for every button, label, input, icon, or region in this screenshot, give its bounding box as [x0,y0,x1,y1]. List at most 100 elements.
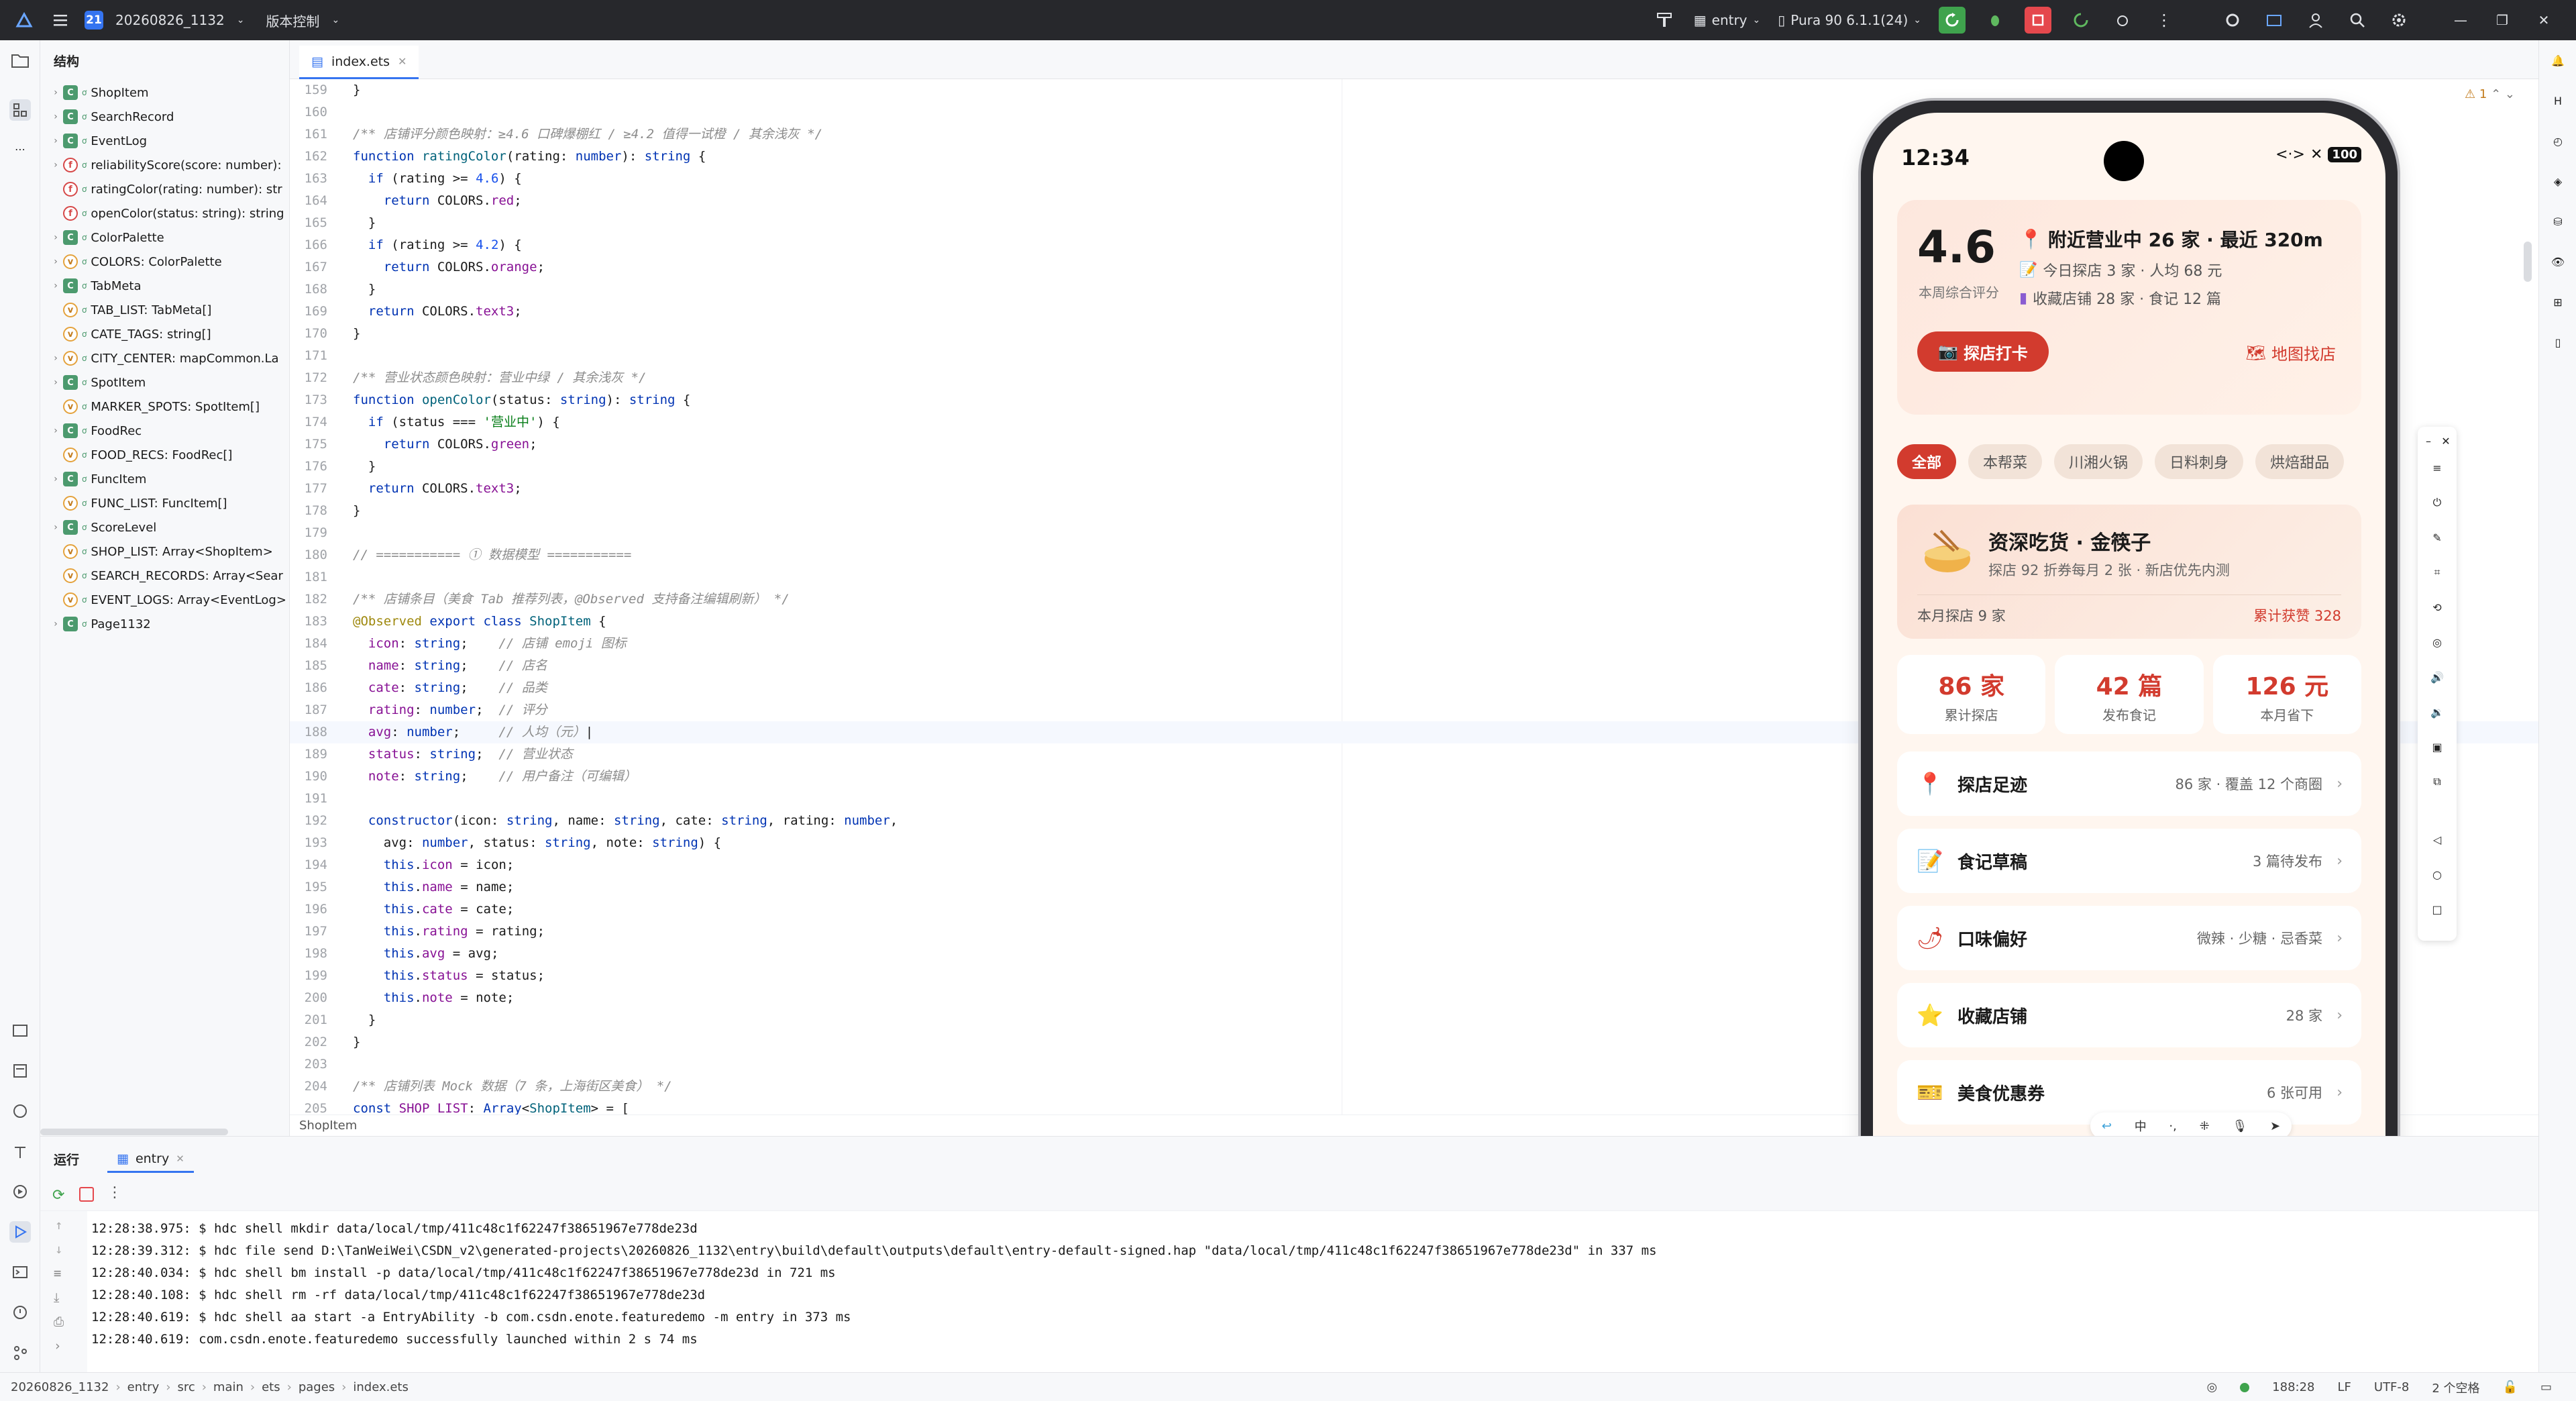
scroll-end-icon[interactable]: ⤓ [54,1290,59,1305]
recents-icon[interactable]: □ [2427,899,2447,919]
log-icon[interactable] [9,1060,31,1082]
structure-item[interactable]: v ơ FUNC_LIST: FuncItem[] [40,491,289,515]
structure-item[interactable]: v ơ EVENT_LOGS: Array<EventLog> [40,588,289,612]
device-icon[interactable]: ▯ [2547,331,2569,353]
account-icon[interactable] [2304,8,2328,32]
back-icon[interactable]: ◁ [2427,829,2447,849]
rotate-icon[interactable]: ⟲ [2427,597,2447,617]
minimize-icon[interactable]: – [2422,431,2435,451]
inspection-widget[interactable]: ⚠ 1 ⌃ ⌄ [2465,87,2515,101]
structure-item[interactable]: v ơ FOOD_RECS: FoodRec[] [40,443,289,467]
structure-item[interactable]: v ơ MARKER_SPOTS: SpotItem[] [40,395,289,419]
problems-icon[interactable] [9,1302,31,1323]
chevron-up-icon[interactable]: ⌃ [2491,87,2501,101]
cursor-position[interactable]: 188:28 [2272,1380,2314,1394]
database-icon[interactable]: ⛁ [2547,211,2569,232]
services-icon[interactable] [9,1181,31,1202]
clear-icon[interactable]: › [54,1339,61,1353]
chevron-right-icon[interactable]: › [48,280,63,291]
print-icon[interactable]: ⎙ [54,1314,64,1329]
structure-item[interactable]: › v ơ COLORS: ColorPalette [40,250,289,274]
camera-icon[interactable]: ▣ [2427,737,2447,757]
volume-up-icon[interactable]: 🔊 [2427,667,2447,687]
phone-screen[interactable]: 12:34 <·> ✕ 100 4.6 本周综合评分 📍 附近营业中 26 家 ·… [1873,113,2385,1256]
chevron-right-icon[interactable]: › [48,522,63,533]
run-console[interactable]: ↑ ↓ ≡ ⤓ ⎙ › 12:28:38.975: $ hdc shell mk… [40,1211,2538,1372]
ime-send-icon[interactable]: ➤ [2270,1119,2280,1133]
build-hammer-icon[interactable] [1652,8,1676,32]
close-icon[interactable]: ✕ [2439,431,2453,451]
run-tab-entry[interactable]: ▦ entry ✕ [107,1146,194,1173]
plugin-icon[interactable] [2220,8,2245,32]
ime-lang-icon[interactable]: 中 [2135,1117,2147,1135]
structure-item[interactable]: v ơ SHOP_LIST: Array<ShopItem> [40,539,289,564]
notifications-icon[interactable]: 🔔 [2547,50,2569,71]
structure-item[interactable]: › Cơ FoodRec [40,419,289,443]
chevron-down-icon[interactable]: ⌄ [2505,87,2515,101]
structure-item[interactable]: › Cơ SearchRecord [40,105,289,129]
ime-punct-icon[interactable]: ·, [2169,1119,2176,1133]
terminal-icon[interactable] [9,1261,31,1283]
chevron-down-icon[interactable]: ⌄ [237,15,245,25]
breadcrumb-item[interactable]: index.ets [353,1380,408,1394]
readonly-lock-icon[interactable]: 🔓 [2503,1380,2518,1394]
stop-icon[interactable] [79,1187,94,1202]
tab-index-ets[interactable]: ▤ index.ets ✕ [299,46,419,79]
structure-item[interactable]: v ơ TAB_LIST: TabMeta[] [40,298,289,322]
structure-scrollbar[interactable] [40,1129,228,1135]
checkin-button[interactable]: 📷 探店打卡 [1917,331,2049,372]
structure-item[interactable]: › f ơ reliabilityScore(score: number): [40,153,289,177]
power-icon[interactable]: ⏻ [2427,492,2447,513]
hvigor-icon[interactable]: H [2547,90,2569,111]
vip-card[interactable]: 资深吃货 · 金筷子 探店 92 折券每月 2 张 · 新店优先内测 本月探店 … [1897,505,2361,639]
breadcrumb-item[interactable]: pages [299,1380,335,1394]
volume-down-icon[interactable]: 🔉 [2427,702,2447,722]
category-tag[interactable]: 本帮菜 [1968,444,2043,479]
crop-icon[interactable]: ⌗ [2427,562,2447,582]
mode-icon[interactable]: ◎ [2206,1380,2217,1394]
rerun-button[interactable] [1939,7,1966,34]
memory-indicator-icon[interactable]: ▭ [2540,1380,2552,1394]
category-tag[interactable]: 日料刺身 [2155,444,2244,479]
map-find-link[interactable]: 🗺 地图找店 [2246,341,2336,364]
menu-item-chili[interactable]: 🌶 口味偏好 微辣 · 少糖 · 忌香菜 › [1897,906,2361,970]
device-manager-icon[interactable] [2262,8,2286,32]
gear-icon[interactable] [2387,8,2411,32]
breadcrumb-item[interactable]: main [213,1380,244,1394]
stop-button[interactable] [2025,7,2051,34]
code-line[interactable]: 159} [290,79,2538,101]
inspector-icon[interactable]: ⊞ [2547,291,2569,313]
device-selector[interactable]: ▯ Pura 90 6.1.1(24) ⌄ [1778,12,1921,28]
screenshot-icon[interactable]: ⧉ [2427,772,2447,792]
project-name[interactable]: 20260826_1132 [115,12,225,28]
category-tag[interactable]: 全部 [1897,444,1957,479]
structure-item[interactable]: › Cơ TabMeta [40,274,289,298]
category-tag[interactable]: 川湘火锅 [2054,444,2143,479]
structure-item[interactable]: › Cơ FuncItem [40,467,289,491]
structure-item[interactable]: › Cơ SpotItem [40,370,289,395]
ime-logo-icon[interactable]: ↩ [2102,1119,2112,1133]
chevron-right-icon[interactable]: › [48,87,63,98]
menu-icon[interactable]: ≡ [2427,458,2447,478]
chevron-down-icon[interactable]: ⌄ [331,15,339,25]
maximize-window-icon[interactable]: ❐ [2490,8,2514,32]
profiler-icon[interactable] [9,1100,31,1122]
apply-changes-icon[interactable] [2069,8,2093,32]
main-menu-icon[interactable] [48,8,72,32]
structure-item[interactable]: f ơ openColor(status: string): string [40,201,289,225]
close-icon[interactable]: ✕ [398,55,407,68]
git-icon[interactable] [9,1342,31,1363]
more-vertical-icon[interactable]: ⋮ [107,1184,122,1201]
close-icon[interactable]: ✕ [176,1153,184,1165]
chevron-right-icon[interactable]: › [48,256,63,267]
stat-card[interactable]: 42 篇发布食记 [2055,655,2204,734]
structure-icon[interactable] [9,99,31,121]
folder-icon[interactable] [9,50,31,71]
structure-item[interactable]: › Cơ Page1132 [40,612,289,636]
run-panel-icon[interactable] [9,1221,31,1243]
breadcrumb-item[interactable]: ets [262,1380,280,1394]
structure-item[interactable]: › Cơ ColorPalette [40,225,289,250]
more-horizontal-icon[interactable]: ⋯ [9,138,31,160]
close-window-icon[interactable]: ✕ [2532,8,2556,32]
breadcrumb-item[interactable]: src [177,1380,195,1394]
